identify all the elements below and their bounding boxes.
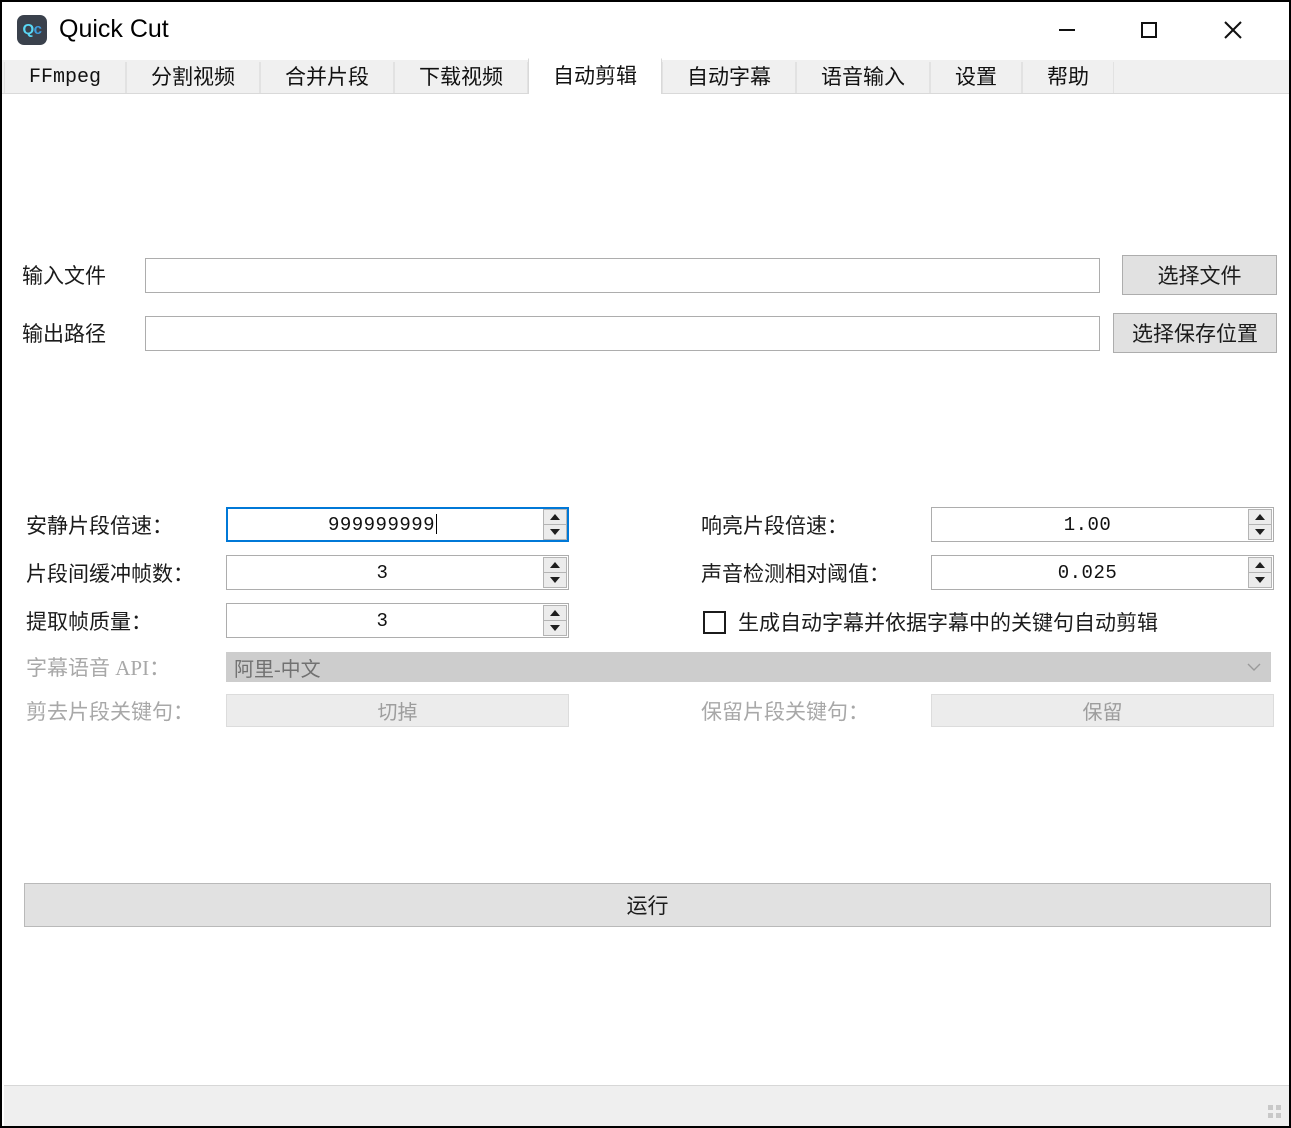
loud-speed-down-icon[interactable] [1248, 525, 1272, 540]
tab-download-video[interactable]: 下载视频 [394, 62, 529, 93]
frame-quality-spinbox[interactable]: 3 [226, 603, 569, 638]
loud-speed-arrows [1248, 509, 1272, 540]
silent-speed-arrows [543, 509, 567, 540]
input-file-row: 输入文件 选择文件 [22, 255, 1277, 295]
buffer-frames-row: 片段间缓冲帧数： 3 [26, 555, 569, 590]
silent-speed-spinbox[interactable]: 999999999 [226, 507, 569, 542]
cut-keywords-row: 剪去片段关键句： 切掉 [26, 694, 569, 727]
tab-bar: FFmpeg 分割视频 合并片段 下载视频 自动剪辑 自动字幕 语音输入 设置 … [2, 58, 1289, 94]
tab-settings[interactable]: 设置 [930, 62, 1023, 93]
frame-quality-value: 3 [376, 609, 389, 632]
cut-keywords-field[interactable]: 切掉 [226, 694, 569, 727]
buffer-frames-down-icon[interactable] [543, 573, 567, 588]
cut-keywords-label: 剪去片段关键句： [26, 699, 194, 724]
app-logo-icon: Qc [17, 14, 47, 45]
input-file-label: 输入文件 [22, 264, 106, 288]
subtitle-api-row: 字幕语音 API： 阿里-中文 [26, 652, 1271, 682]
frame-quality-label: 提取帧质量： [26, 609, 152, 634]
sound-threshold-down-icon[interactable] [1248, 573, 1272, 588]
buffer-frames-label: 片段间缓冲帧数： [26, 561, 194, 586]
tab-voice-input[interactable]: 语音输入 [796, 62, 931, 93]
maximize-icon[interactable] [1119, 2, 1179, 57]
run-button[interactable]: 运行 [24, 883, 1271, 927]
status-bar [4, 1085, 1289, 1126]
keep-keywords-row: 保留片段关键句： 保留 [701, 694, 1274, 727]
sound-threshold-value: 0.025 [1057, 561, 1118, 584]
auto-subtitle-checkbox-row[interactable]: 生成自动字幕并依据字幕中的关键句自动剪辑 [703, 607, 1158, 637]
silent-speed-up-icon[interactable] [543, 509, 567, 525]
window-title: Quick Cut [59, 15, 169, 43]
silent-speed-down-icon[interactable] [543, 525, 567, 540]
sound-threshold-spinbox[interactable]: 0.025 [931, 555, 1274, 590]
tab-auto-cut[interactable]: 自动剪辑 [528, 58, 663, 94]
silent-speed-label: 安静片段倍速： [26, 513, 173, 538]
close-icon[interactable] [1203, 2, 1263, 57]
tab-split-video[interactable]: 分割视频 [126, 62, 261, 93]
silent-speed-value: 999999999 [327, 513, 438, 536]
buffer-frames-value: 3 [376, 561, 389, 584]
sound-threshold-row: 声音检测相对阈值： 0.025 [701, 555, 1274, 590]
frame-quality-row: 提取帧质量： 3 [26, 603, 569, 638]
app-window: Qc Quick Cut FFmpeg 分割视频 合并片段 下载视频 自动剪辑 … [0, 0, 1291, 1128]
keep-keywords-field[interactable]: 保留 [931, 694, 1274, 727]
silent-speed-row: 安静片段倍速： 999999999 [26, 507, 569, 542]
chevron-down-icon [1247, 663, 1261, 671]
choose-file-button[interactable]: 选择文件 [1122, 255, 1277, 295]
text-caret [436, 513, 438, 534]
tab-ffmpeg[interactable]: FFmpeg [4, 62, 127, 93]
auto-subtitle-checkbox[interactable] [703, 610, 726, 634]
keep-keywords-label: 保留片段关键句： [701, 699, 869, 724]
sound-threshold-label: 声音检测相对阈值： [701, 561, 890, 586]
frame-quality-up-icon[interactable] [543, 605, 567, 621]
sound-threshold-up-icon[interactable] [1248, 557, 1272, 573]
output-path-field[interactable] [145, 315, 1100, 351]
tab-merge-clips[interactable]: 合并片段 [260, 62, 395, 93]
loud-speed-value: 1.00 [1063, 513, 1112, 536]
minimize-icon[interactable] [1037, 2, 1097, 57]
input-file-field[interactable] [145, 257, 1100, 293]
subtitle-api-label: 字幕语音 API： [26, 656, 171, 680]
auto-subtitle-checkbox-label: 生成自动字幕并依据字幕中的关键句自动剪辑 [738, 611, 1158, 635]
tab-panel-auto-cut: 输入文件 选择文件 输出路径 选择保存位置 安静片段倍速： 999999999 … [4, 94, 1289, 1085]
output-path-label: 输出路径 [22, 322, 106, 346]
window-controls [1037, 2, 1289, 57]
frame-quality-down-icon[interactable] [543, 621, 567, 636]
buffer-frames-arrows [543, 557, 567, 588]
loud-speed-row: 响亮片段倍速： 1.00 [701, 507, 1274, 542]
tab-help[interactable]: 帮助 [1022, 62, 1115, 93]
output-path-row: 输出路径 选择保存位置 [22, 313, 1277, 353]
loud-speed-spinbox[interactable]: 1.00 [931, 507, 1274, 542]
buffer-frames-up-icon[interactable] [543, 557, 567, 573]
title-bar: Qc Quick Cut [2, 2, 1289, 57]
loud-speed-label: 响亮片段倍速： [701, 513, 848, 538]
subtitle-api-select[interactable]: 阿里-中文 [226, 652, 1271, 682]
choose-save-location-button[interactable]: 选择保存位置 [1113, 313, 1277, 353]
sound-threshold-arrows [1248, 557, 1272, 588]
buffer-frames-spinbox[interactable]: 3 [226, 555, 569, 590]
tab-auto-subtitle[interactable]: 自动字幕 [662, 62, 797, 93]
resize-grip-icon[interactable] [1268, 1105, 1281, 1118]
subtitle-api-value: 阿里-中文 [234, 658, 321, 681]
frame-quality-arrows [543, 605, 567, 636]
loud-speed-up-icon[interactable] [1248, 509, 1272, 525]
